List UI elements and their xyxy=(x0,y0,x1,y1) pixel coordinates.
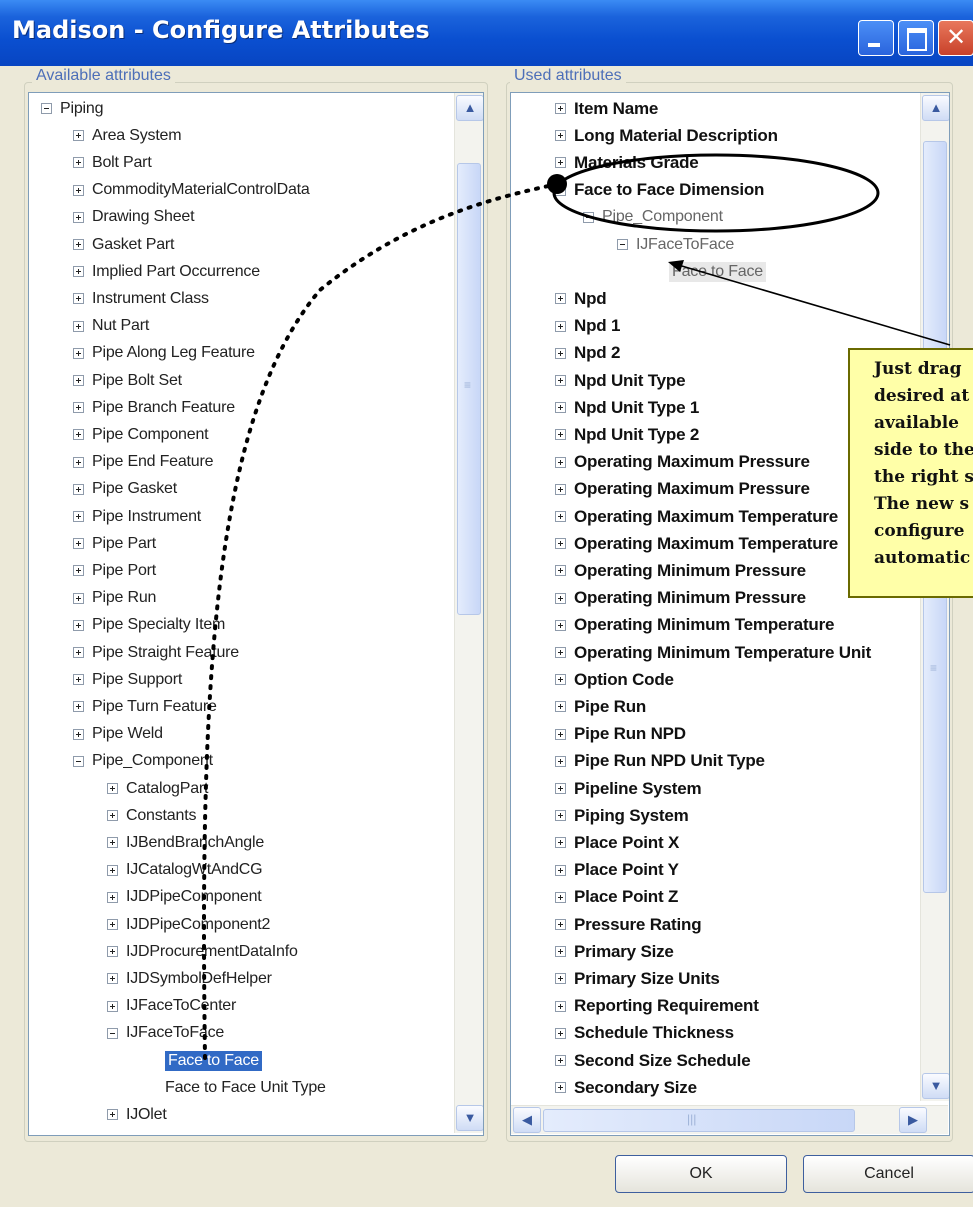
cancel-button[interactable]: Cancel xyxy=(803,1155,973,1193)
callout-pointer-line xyxy=(674,263,951,346)
annotation-overlay xyxy=(202,153,951,1060)
drag-target-dot xyxy=(547,174,567,194)
configure-attributes-window: Madison - Configure Attributes ✕ Availab… xyxy=(0,0,973,1207)
callout-arrowhead xyxy=(668,260,684,272)
highlight-ellipse xyxy=(552,153,880,233)
ok-button[interactable]: OK xyxy=(615,1155,787,1193)
drag-path-dotted-line xyxy=(202,182,560,1060)
